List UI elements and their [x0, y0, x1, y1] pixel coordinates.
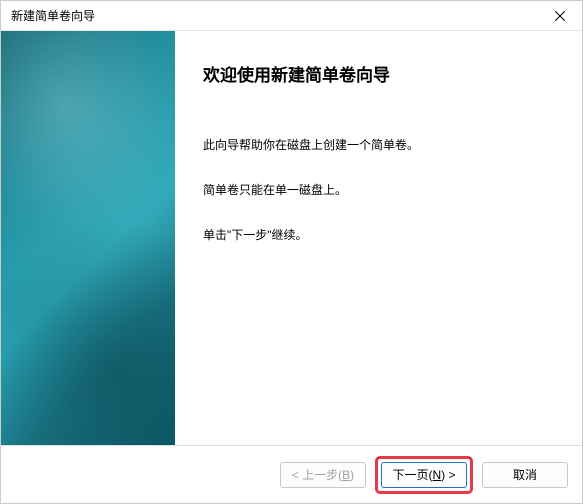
wizard-text-2: 简单卷只能在单一磁盘上。	[203, 181, 552, 200]
content-area: 欢迎使用新建简单卷向导 此向导帮助你在磁盘上创建一个简单卷。 简单卷只能在单一磁…	[1, 31, 582, 445]
main-content: 欢迎使用新建简单卷向导 此向导帮助你在磁盘上创建一个简单卷。 简单卷只能在单一磁…	[175, 31, 582, 445]
next-button[interactable]: 下一页(N) >	[381, 462, 467, 488]
wizard-text-1: 此向导帮助你在磁盘上创建一个简单卷。	[203, 136, 552, 155]
close-icon	[555, 11, 565, 21]
titlebar: 新建简单卷向导	[1, 1, 582, 31]
button-bar: < 上一步(B) 下一页(N) > 取消	[1, 445, 582, 503]
back-button-label: < 上一步(B)	[292, 466, 354, 483]
wizard-window: 新建简单卷向导 欢迎使用新建简单卷向导 此向导帮助你在磁盘上创建一个简单卷。 简…	[0, 0, 583, 504]
next-button-highlight: 下一页(N) >	[375, 456, 473, 494]
next-button-label: 下一页(N) >	[392, 466, 455, 483]
window-title: 新建简单卷向导	[11, 7, 95, 24]
wizard-text-3: 单击"下一步"继续。	[203, 226, 552, 245]
wizard-sidebar-image	[1, 31, 175, 445]
wizard-heading: 欢迎使用新建简单卷向导	[203, 61, 552, 86]
cancel-button[interactable]: 取消	[482, 462, 568, 488]
close-button[interactable]	[538, 1, 582, 31]
back-button: < 上一步(B)	[280, 462, 366, 488]
cancel-button-label: 取消	[513, 466, 537, 483]
